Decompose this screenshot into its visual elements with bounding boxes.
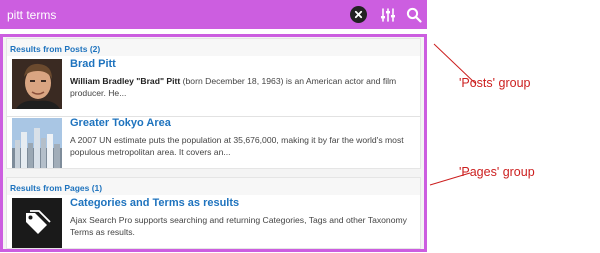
- search-bar: [0, 0, 427, 29]
- pages-group: Results from Pages (1) Categories and Te…: [6, 177, 421, 249]
- result-thumbnail[interactable]: [12, 198, 62, 248]
- result-title-link[interactable]: Categories and Terms as results: [70, 197, 416, 210]
- annotation-posts-label: 'Posts' group: [459, 76, 531, 90]
- annotation-pages-label: 'Pages' group: [459, 165, 535, 179]
- search-submit-button[interactable]: [401, 0, 427, 29]
- group-header-posts: Results from Posts (2): [7, 39, 420, 56]
- group-header-pages: Results from Pages (1): [7, 178, 420, 195]
- result-item[interactable]: Categories and Terms as results Ajax Sea…: [12, 197, 416, 248]
- result-item[interactable]: Greater Tokyo Area A 2007 UN estimate pu…: [12, 117, 416, 168]
- result-thumbnail[interactable]: [12, 59, 62, 109]
- result-snippet: Ajax Search Pro supports searching and r…: [70, 215, 407, 237]
- result-snippet: A 2007 UN estimate puts the population a…: [70, 135, 404, 157]
- settings-button[interactable]: [375, 0, 401, 29]
- tag-icon: [26, 210, 51, 234]
- result-title-link[interactable]: Greater Tokyo Area: [70, 117, 416, 130]
- search-input[interactable]: [0, 0, 345, 29]
- search-icon: [406, 7, 422, 23]
- results-panel: Results from Posts (2) Brad Pitt William…: [0, 34, 427, 252]
- posts-group: Results from Posts (2) Brad Pitt William…: [6, 38, 421, 169]
- result-snippet-bold: William Bradley "Brad" Pitt: [70, 76, 181, 86]
- result-snippet: William Bradley "Brad" Pitt (born Decemb…: [70, 75, 416, 99]
- sliders-icon: [381, 7, 395, 22]
- close-icon: [349, 6, 367, 23]
- result-item[interactable]: Brad Pitt William Bradley "Brad" Pitt (b…: [12, 58, 416, 109]
- result-title-link[interactable]: Brad Pitt: [70, 58, 416, 71]
- result-thumbnail[interactable]: [12, 118, 62, 168]
- clear-search-button[interactable]: [345, 0, 371, 29]
